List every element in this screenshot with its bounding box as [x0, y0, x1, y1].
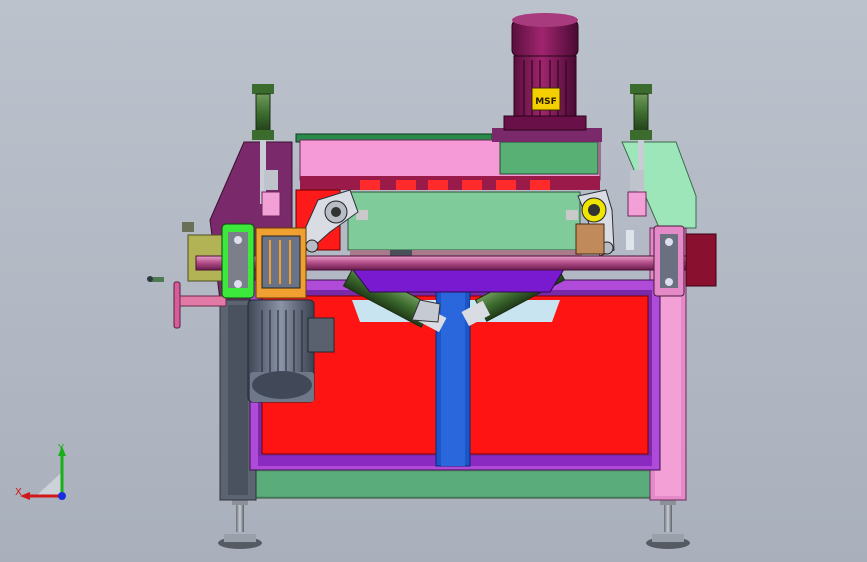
x-axis-label: X: [15, 487, 22, 498]
axis-triad-plane: [36, 472, 62, 496]
left-orange-gear-housing: [255, 227, 307, 299]
y-axis-label: Y: [58, 443, 65, 454]
middle-green-panel: [347, 191, 582, 262]
red-roller-row: [300, 176, 600, 190]
handwheel-left[interactable]: [147, 276, 227, 329]
right-bearing: [653, 225, 685, 297]
z-axis-indicator: [58, 492, 66, 500]
right-small-bracket: [626, 170, 647, 250]
right-brown-block: [575, 223, 605, 255]
axis-triad: [20, 446, 66, 500]
machine-base: [219, 467, 687, 499]
main-motor: MSF: [503, 13, 587, 131]
right-leveling-foot: [646, 496, 690, 549]
left-leveling-foot: [218, 496, 262, 549]
right-maroon-block: [685, 233, 717, 287]
cad-viewport[interactable]: MSF Y X: [0, 0, 867, 562]
top-cross-plate: [295, 128, 602, 181]
left-bearing-green: [221, 223, 255, 299]
motor-nameplate-text: MSF: [535, 97, 557, 107]
left-small-bracket: [261, 170, 281, 217]
machine-assembly: MSF: [147, 13, 717, 549]
